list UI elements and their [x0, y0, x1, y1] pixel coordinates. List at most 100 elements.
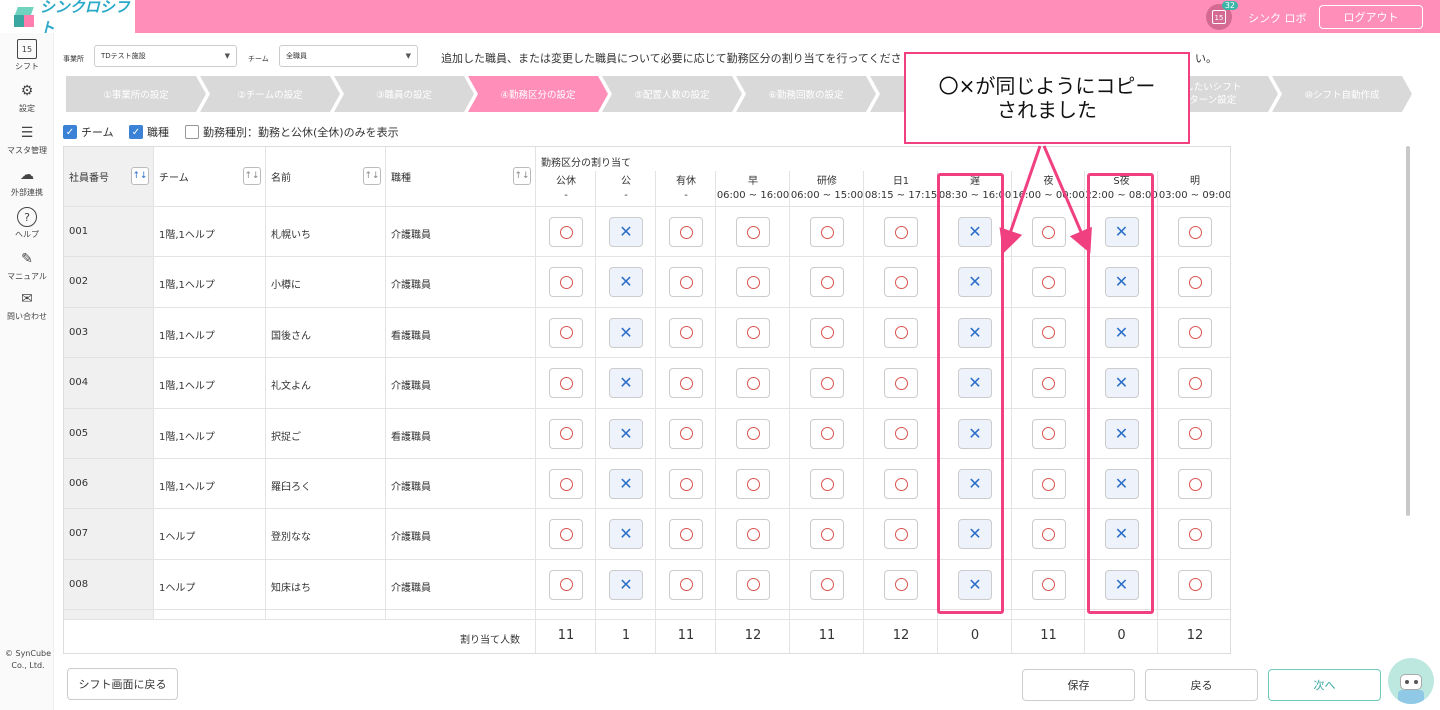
assignment-toggle-x[interactable]: ✕	[609, 368, 643, 399]
assignment-toggle-o[interactable]	[736, 469, 770, 499]
assignment-toggle-o[interactable]	[669, 317, 703, 348]
assignment-table: 社員番号 ↑↓ チーム ↑↓ 名前 ↑↓ 職種 ↑↓ 勤務区分の割り当て 公休 -…	[63, 146, 1231, 654]
sidebar-item-contact[interactable]: ✉ 問い合わせ	[0, 289, 54, 322]
assignment-toggle-o[interactable]	[810, 469, 844, 499]
assignment-toggle-o[interactable]	[810, 217, 844, 247]
assignment-toggle-x[interactable]: ✕	[609, 519, 643, 550]
assignment-toggle-o[interactable]	[736, 317, 770, 348]
assignment-toggle-o[interactable]	[669, 368, 703, 399]
step-4[interactable]: ④勤務区分の設定	[468, 76, 608, 112]
sidebar-item-master[interactable]: ☰ マスタ管理	[0, 123, 54, 156]
next-button[interactable]: 次へ	[1268, 669, 1381, 701]
assignment-toggle-o[interactable]	[669, 569, 703, 600]
assignment-toggle-o[interactable]	[736, 267, 770, 298]
assignment-toggle-o[interactable]	[1031, 418, 1066, 449]
assignment-toggle-o[interactable]	[1178, 519, 1212, 550]
assignment-toggle-o[interactable]	[549, 418, 583, 449]
step-5[interactable]: ⑤配置人数の設定	[602, 76, 742, 112]
assignment-toggle-x[interactable]: ✕	[609, 267, 643, 298]
app-logo[interactable]: シンクロシフト	[0, 0, 135, 37]
sort-name-button[interactable]: ↑↓	[363, 167, 381, 185]
assignment-toggle-o[interactable]	[669, 418, 703, 449]
notification-calendar[interactable]: 15 32	[1206, 1, 1238, 30]
assignment-toggle-x[interactable]: ✕	[609, 418, 643, 449]
assignment-toggle-o[interactable]	[810, 519, 844, 550]
checkbox-unchecked-icon	[185, 125, 199, 139]
assignment-toggle-o[interactable]	[1178, 368, 1212, 399]
assignment-toggle-o[interactable]	[1031, 569, 1066, 600]
team-select[interactable]: 全職員 ▼	[279, 45, 418, 67]
assignment-toggle-o[interactable]	[884, 569, 918, 600]
assignment-toggle-o[interactable]	[810, 418, 844, 449]
assignment-toggle-o[interactable]	[549, 317, 583, 348]
assignment-toggle-o[interactable]	[736, 569, 770, 600]
assignment-toggle-x[interactable]: ✕	[609, 569, 643, 600]
sort-team-button[interactable]: ↑↓	[243, 167, 261, 185]
sidebar-item-integration[interactable]: ☁ 外部連携	[0, 165, 54, 198]
assignment-toggle-o[interactable]	[669, 267, 703, 298]
assignment-toggle-o[interactable]	[1178, 217, 1212, 247]
logout-button[interactable]: ログアウト	[1319, 5, 1423, 29]
assignment-toggle-o[interactable]	[1031, 469, 1066, 499]
sort-job-button[interactable]: ↑↓	[513, 167, 531, 185]
sort-employee-id-button[interactable]: ↑↓	[131, 167, 149, 185]
circle-icon	[820, 326, 834, 340]
assignment-toggle-o[interactable]	[669, 519, 703, 550]
sidebar-item-settings[interactable]: ⚙ 設定	[0, 81, 54, 114]
assignment-toggle-o[interactable]	[1178, 317, 1212, 348]
assignment-toggle-o[interactable]	[1178, 469, 1212, 499]
assignment-toggle-o[interactable]	[549, 469, 583, 499]
step-6[interactable]: ⑥勤務回数の設定	[736, 76, 876, 112]
assignment-toggle-o[interactable]	[810, 317, 844, 348]
office-select[interactable]: TDテスト施設 ▼	[94, 45, 237, 67]
assignment-toggle-o[interactable]	[669, 469, 703, 499]
assignment-toggle-o[interactable]	[549, 267, 583, 298]
assignment-toggle-o[interactable]	[736, 217, 770, 247]
sidebar-item-shift[interactable]: 15 シフト	[0, 39, 54, 72]
assignment-toggle-o[interactable]	[810, 267, 844, 298]
sidebar-item-help[interactable]: ? ヘルプ	[0, 207, 54, 240]
assignment-toggle-o[interactable]	[1178, 267, 1212, 298]
assignment-toggle-x[interactable]: ✕	[609, 317, 643, 348]
assignment-toggle-o[interactable]	[1031, 519, 1066, 550]
checkbox-work-type-filter[interactable]: 勤務種別：勤務と公休(全休)のみを表示	[185, 124, 399, 140]
assignment-toggle-x[interactable]: ✕	[609, 217, 643, 247]
shift-name: 明	[1190, 176, 1200, 187]
assignment-toggle-o[interactable]	[884, 317, 918, 348]
assignment-toggle-o[interactable]	[1178, 569, 1212, 600]
assignment-toggle-o[interactable]	[884, 418, 918, 449]
step-10[interactable]: ⑩シフト自動作成	[1272, 76, 1412, 112]
assignment-toggle-o[interactable]	[810, 368, 844, 399]
assignment-toggle-o[interactable]	[884, 267, 918, 298]
assignment-toggle-o[interactable]	[736, 368, 770, 399]
assistant-robot-icon[interactable]	[1388, 658, 1434, 704]
assignment-toggle-o[interactable]	[549, 217, 583, 247]
assignment-toggle-o[interactable]	[549, 519, 583, 550]
assignment-toggle-o[interactable]	[736, 519, 770, 550]
sidebar-item-manual[interactable]: ✎ マニュアル	[0, 249, 54, 282]
assignment-toggle-o[interactable]	[1031, 317, 1066, 348]
checkbox-job[interactable]: ✓ 職種	[129, 124, 169, 140]
step-3[interactable]: ③職員の設定	[334, 76, 474, 112]
step-2[interactable]: ②チームの設定	[200, 76, 340, 112]
back-to-shift-button[interactable]: シフト画面に戻る	[67, 668, 178, 700]
assignment-toggle-o[interactable]	[669, 217, 703, 247]
assignment-toggle-o[interactable]	[810, 569, 844, 600]
assignment-toggle-o[interactable]	[884, 368, 918, 399]
assignment-toggle-o[interactable]	[884, 469, 918, 499]
save-button[interactable]: 保存	[1022, 669, 1135, 701]
assignment-toggle-o[interactable]	[884, 519, 918, 550]
assignment-toggle-o[interactable]	[1031, 217, 1066, 247]
assignment-toggle-o[interactable]	[1031, 368, 1066, 399]
assignment-toggle-o[interactable]	[549, 368, 583, 399]
step-1[interactable]: ①事業所の設定	[66, 76, 206, 112]
assignment-toggle-o[interactable]	[549, 569, 583, 600]
assignment-toggle-o[interactable]	[1178, 418, 1212, 449]
assignment-toggle-o[interactable]	[736, 418, 770, 449]
back-button[interactable]: 戻る	[1145, 669, 1258, 701]
assignment-toggle-o[interactable]	[884, 217, 918, 247]
assignment-toggle-x[interactable]: ✕	[609, 469, 643, 499]
vertical-scrollbar[interactable]	[1406, 146, 1410, 516]
checkbox-team[interactable]: ✓ チーム	[63, 124, 114, 140]
assignment-toggle-o[interactable]	[1031, 267, 1066, 298]
